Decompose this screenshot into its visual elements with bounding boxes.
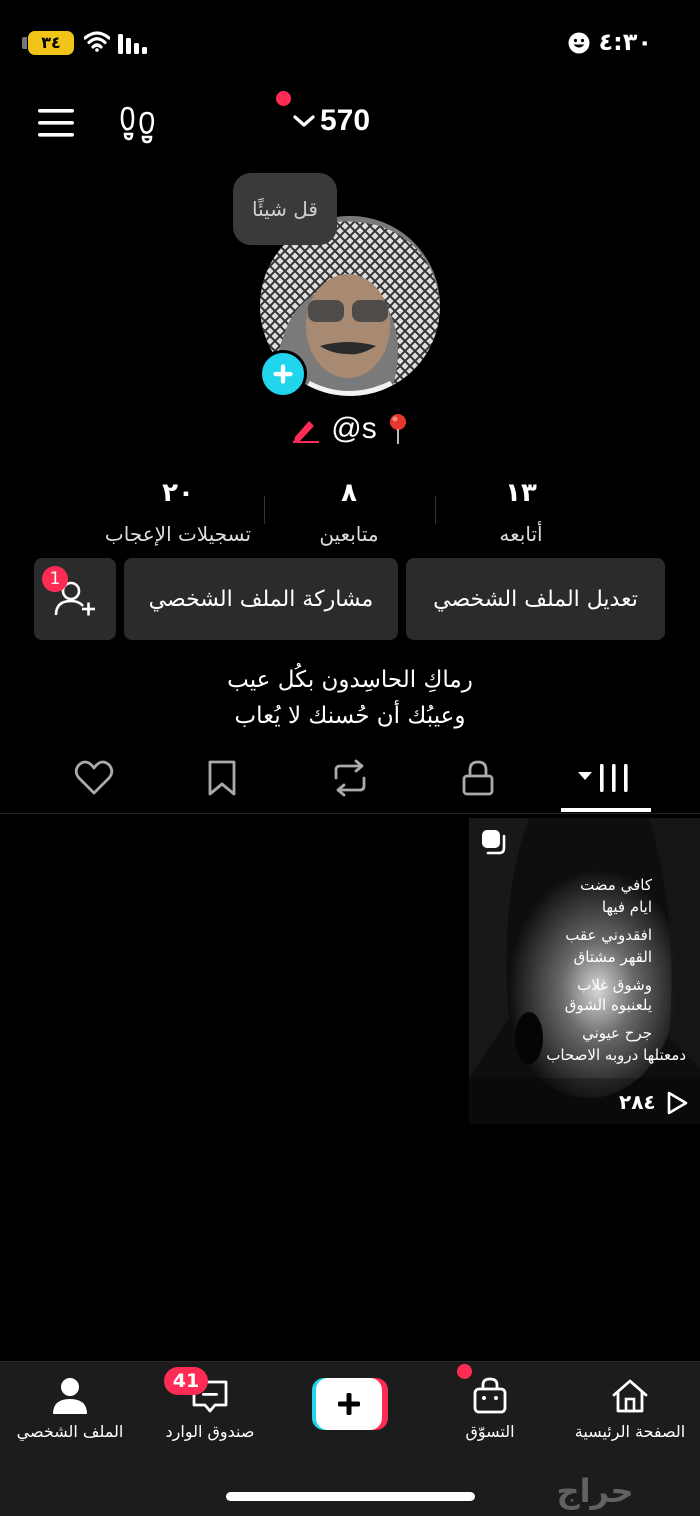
- nav-inbox[interactable]: صندوق الوارد: [140, 1374, 280, 1441]
- battery-nub: [22, 37, 27, 49]
- nav-home-label: الصفحة الرئيسية: [574, 1422, 686, 1441]
- video-thumbnail[interactable]: كافي مضت ايام فيها افقدوني عقب القهر مشت…: [469, 818, 700, 1124]
- reposts-tab-repost-icon[interactable]: [328, 756, 372, 800]
- play-icon: [667, 1091, 688, 1115]
- followers-stat[interactable]: ٨ متابعين: [249, 478, 449, 546]
- edit-profile-button[interactable]: تعديل الملف الشخصي: [406, 558, 665, 640]
- nav-profile[interactable]: الملف الشخصي: [0, 1374, 140, 1441]
- video-caption-line: وشوق غلاب: [577, 976, 652, 994]
- video-caption-line: القهر مشتاق: [573, 948, 652, 966]
- bio-line: وعيبُك أن حُسنك لا يُعاب: [234, 703, 466, 729]
- followers-label: متابعين: [319, 522, 379, 546]
- video-caption-line: جرح عيوني: [582, 1024, 652, 1042]
- followers-count: ٨: [341, 478, 357, 508]
- nav-shop-label: التسوّق: [465, 1422, 515, 1441]
- bio: رماكِ الحاسِدون بكُل عيب وعيبُك أن حُسنك…: [0, 662, 700, 734]
- username-row: @s: [0, 412, 700, 446]
- share-profile-button[interactable]: مشاركة الملف الشخصي: [124, 558, 398, 640]
- liked-tab-heart-icon[interactable]: [72, 756, 116, 800]
- following-label: أتابعه: [499, 522, 543, 546]
- tabs-divider: [0, 813, 700, 814]
- home-indicator[interactable]: [226, 1492, 475, 1501]
- nav-inbox-label: صندوق الوارد: [165, 1422, 255, 1441]
- video-caption-line: كافي مضت: [580, 876, 652, 894]
- play-count: ٢٨٤: [619, 1090, 656, 1114]
- video-caption-line: يلعنبوه الشوق: [564, 996, 652, 1014]
- smiley-icon: [568, 32, 590, 54]
- home-icon: [612, 1379, 648, 1413]
- menu-icon[interactable]: [38, 108, 76, 138]
- battery-indicator: ٣٤: [28, 31, 74, 55]
- inbox-badge: 41: [164, 1367, 208, 1395]
- account-switcher[interactable]: 570: [292, 98, 370, 144]
- shopping-bag-icon: [473, 1377, 507, 1414]
- videos-tab-grid-icon[interactable]: [574, 756, 638, 800]
- following-count: ١٣: [505, 478, 537, 508]
- username: @s: [331, 412, 377, 445]
- create-plus-icon: [312, 1378, 388, 1430]
- say-something-bubble[interactable]: قل شيئًا: [233, 173, 337, 245]
- wifi-icon: [84, 31, 110, 52]
- nav-home[interactable]: الصفحة الرئيسية: [560, 1374, 700, 1441]
- multi-photo-icon: [482, 830, 506, 855]
- favorites-tab-bookmark-icon[interactable]: [200, 756, 244, 800]
- video-caption-line: دمعتلها دروبه الاصحاب: [546, 1046, 686, 1064]
- add-friends-badge: 1: [42, 566, 68, 592]
- private-tab-lock-icon[interactable]: [456, 756, 500, 800]
- nav-create[interactable]: [280, 1374, 420, 1454]
- watermark: حراج: [556, 1472, 634, 1510]
- likes-label: تسجيلات الإعجاب: [104, 522, 252, 546]
- add-story-button[interactable]: [259, 350, 307, 398]
- chevron-down-icon: [293, 115, 315, 127]
- status-bar: ٣٤ ٤:٣٠: [0, 0, 700, 90]
- active-tab-indicator: [561, 808, 651, 812]
- following-stat[interactable]: ١٣ أتابعه: [421, 478, 621, 546]
- nav-profile-label: الملف الشخصي: [16, 1422, 124, 1441]
- likes-count: ٢٠: [162, 478, 194, 508]
- edit-pencil-icon[interactable]: [291, 415, 321, 443]
- account-count: 570: [320, 104, 371, 137]
- pin-icon: [389, 414, 406, 444]
- footprints-icon[interactable]: [120, 104, 158, 144]
- nav-shop[interactable]: التسوّق: [420, 1374, 560, 1441]
- shop-notification-dot: [457, 1364, 472, 1379]
- video-caption-line: افقدوني عقب: [565, 926, 652, 944]
- likes-stat[interactable]: ٢٠ تسجيلات الإعجاب: [78, 478, 278, 546]
- notification-dot: [276, 91, 291, 106]
- profile-person-icon: [53, 1378, 87, 1414]
- video-thumbnail-image: [469, 818, 700, 1124]
- bio-line: رماكِ الحاسِدون بكُل عيب: [227, 667, 473, 693]
- video-caption-line: ايام فيها: [601, 898, 652, 916]
- signal-icon: [118, 34, 147, 54]
- status-time: ٤:٣٠: [598, 28, 652, 56]
